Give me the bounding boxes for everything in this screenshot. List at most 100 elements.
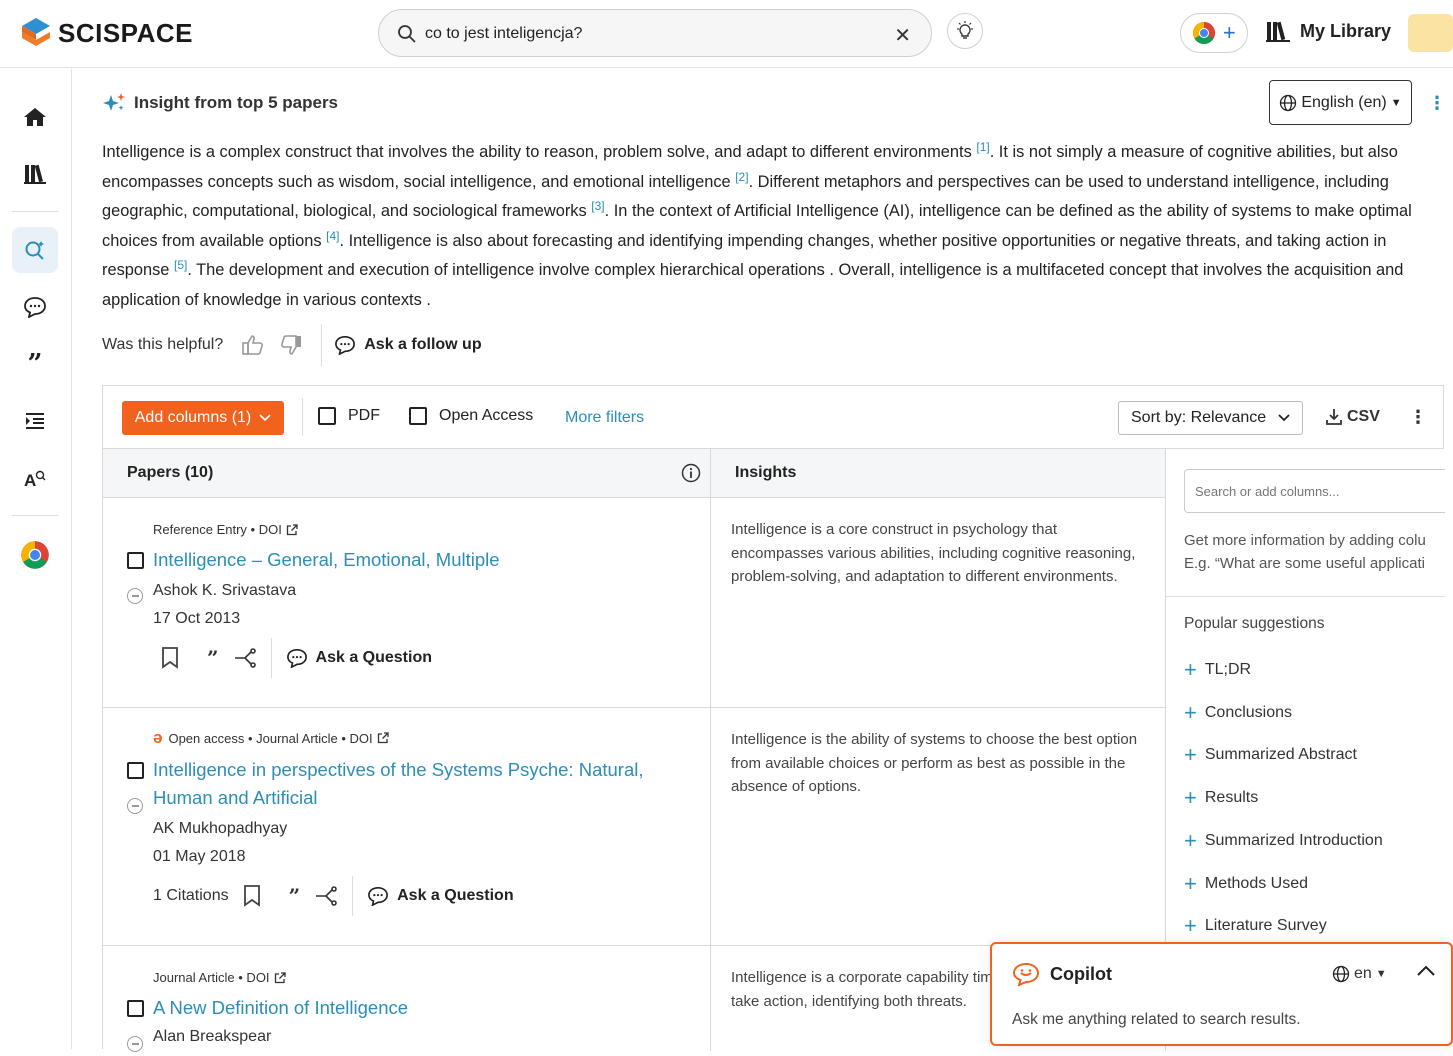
copilot-widget[interactable]: Copilot en ▼ Ask me anything related to … [990, 942, 1453, 1046]
chat-icon[interactable] [12, 284, 58, 330]
info-icon[interactable] [681, 463, 701, 483]
ai-reader-icon[interactable]: A [12, 455, 58, 501]
chat-icon [335, 335, 356, 355]
pdf-filter[interactable]: PDF [318, 407, 380, 425]
ask-question-button[interactable]: Ask a Question [286, 648, 432, 668]
copilot-header: Copilot [1012, 962, 1112, 986]
suggestion-item[interactable]: + Summarized Abstract [1184, 744, 1357, 766]
chrome-extension-button[interactable]: + [1180, 13, 1248, 53]
chevron-down-icon [259, 414, 271, 422]
divider [1166, 596, 1445, 597]
paper-meta: ə Open access • Journal Article • DOI [153, 728, 389, 748]
cite-quote-icon[interactable]: ” [207, 648, 219, 668]
citations-count[interactable]: 1 Citations [153, 887, 229, 905]
ask-question-label: Ask a Question [397, 887, 514, 904]
divider [352, 876, 354, 916]
citation-ref[interactable]: [5] [174, 258, 187, 272]
sort-label: Sort by: Relevance [1131, 409, 1267, 426]
insight-heading: Insight from top 5 papers [102, 92, 338, 114]
close-icon[interactable]: ✕ [894, 23, 911, 48]
quote-icon[interactable]: ” [12, 341, 58, 387]
language-select[interactable]: English (en) ▼ [1269, 80, 1412, 125]
insight-title: Insight from top 5 papers [134, 93, 339, 112]
my-library-button[interactable]: My Library [1266, 20, 1391, 42]
sidebar-divider [12, 515, 58, 516]
suggestion-item[interactable]: + TL;DR [1184, 659, 1251, 681]
collapse-icon[interactable] [127, 588, 143, 604]
folder-avatar[interactable] [1408, 14, 1453, 52]
plus-icon: + [1184, 699, 1197, 725]
paper-checkbox[interactable] [127, 552, 144, 569]
results-toolbar: Add columns (1) PDF Open Access More fil… [103, 386, 1443, 449]
suggestions-info: Get more information by adding colu E.g.… [1184, 529, 1445, 575]
citation-ref[interactable]: [4] [326, 229, 339, 243]
search-input[interactable] [425, 22, 865, 46]
bookmark-icon[interactable] [243, 885, 261, 907]
csv-label: CSV [1347, 408, 1380, 425]
paper-actions: 1 Citations ” Ask a Question [153, 876, 514, 916]
open-access-checkbox[interactable] [409, 407, 427, 425]
more-filters-link[interactable]: More filters [565, 409, 644, 427]
copilot-prompt: Ask me anything related to search result… [1012, 1011, 1301, 1028]
paper-title-link[interactable]: Intelligence in perspectives of the Syst… [153, 756, 693, 812]
ask-follow-up-button[interactable]: Ask a follow up [334, 335, 482, 355]
insight-sentence: Intelligence is a complex construct that… [102, 143, 977, 161]
suggestion-item[interactable]: + Conclusions [1184, 699, 1293, 725]
external-link-icon[interactable] [286, 523, 298, 536]
download-icon [1326, 409, 1342, 425]
search-columns-input[interactable] [1184, 469, 1445, 513]
bookmark-icon[interactable] [161, 647, 179, 669]
thumbs-down-icon[interactable] [279, 334, 303, 356]
scispace-logo[interactable]: SCISPACE [20, 16, 193, 50]
sort-select[interactable]: Sort by: Relevance [1118, 401, 1303, 435]
share-icon[interactable] [233, 647, 257, 669]
top-bar: SCISPACE ✕ + [0, 0, 1453, 68]
search-bar[interactable]: ✕ [378, 9, 932, 57]
copilot-language-select[interactable]: en ▼ [1332, 965, 1387, 983]
chevron-up-icon[interactable] [1416, 964, 1436, 978]
collapse-icon[interactable] [127, 798, 143, 814]
open-access-label: Open Access [439, 407, 534, 424]
lightbulb-button[interactable] [947, 13, 983, 49]
citation-ref[interactable]: [3] [591, 199, 604, 213]
paper-checkbox[interactable] [127, 1000, 144, 1017]
paper-checkbox[interactable] [127, 762, 144, 779]
insight-summary: Intelligence is a complex construct that… [102, 138, 1442, 315]
external-link-icon[interactable] [377, 732, 389, 744]
paper-title-link[interactable]: A New Definition of Intelligence [153, 994, 693, 1022]
share-icon[interactable] [314, 885, 338, 907]
open-access-filter[interactable]: Open Access [409, 407, 533, 425]
collapse-icon[interactable] [127, 1036, 143, 1052]
divider [302, 398, 303, 436]
outline-icon[interactable] [12, 398, 58, 444]
home-icon[interactable] [12, 94, 58, 140]
paper-author: Ashok K. Srivastava [153, 582, 297, 599]
suggestion-label: TL;DR [1204, 661, 1252, 678]
table-row: ə Open access • Journal Article • DOI In… [103, 708, 1165, 946]
table-header: Papers (10) Insights [103, 449, 1165, 498]
paper-title-link[interactable]: Intelligence – General, Emotional, Multi… [153, 546, 693, 574]
plus-icon: + [1184, 657, 1197, 682]
suggestion-item[interactable]: + Results [1184, 787, 1258, 809]
external-link-icon[interactable] [274, 971, 286, 984]
search-ai-icon[interactable] [12, 227, 58, 273]
citation-ref[interactable]: [1] [976, 140, 989, 154]
csv-export-button[interactable]: CSV [1325, 408, 1380, 426]
suggestion-item[interactable]: + Methods Used [1184, 872, 1308, 895]
more-options-icon[interactable]: ⋮ [1409, 407, 1427, 428]
suggestion-item[interactable]: + Literature Survey [1184, 915, 1327, 937]
pdf-checkbox[interactable] [318, 407, 336, 425]
more-options-icon[interactable]: ⋮ [1428, 94, 1446, 112]
ask-question-button[interactable]: Ask a Question [367, 886, 514, 906]
cite-quote-icon[interactable]: ” [289, 886, 301, 906]
suggestion-item[interactable]: + Summarized Introduction [1184, 829, 1383, 852]
thumbs-up-icon[interactable] [241, 334, 265, 356]
library-icon[interactable] [12, 151, 58, 197]
library-icon [1266, 21, 1290, 42]
add-columns-button[interactable]: Add columns (1) [122, 401, 284, 435]
caret-down-icon: ▼ [1375, 968, 1387, 980]
chrome-icon[interactable] [12, 532, 58, 578]
suggestion-label: Conclusions [1204, 703, 1293, 721]
follow-up-label: Ask a follow up [364, 336, 482, 353]
citation-ref[interactable]: [2] [735, 170, 748, 184]
